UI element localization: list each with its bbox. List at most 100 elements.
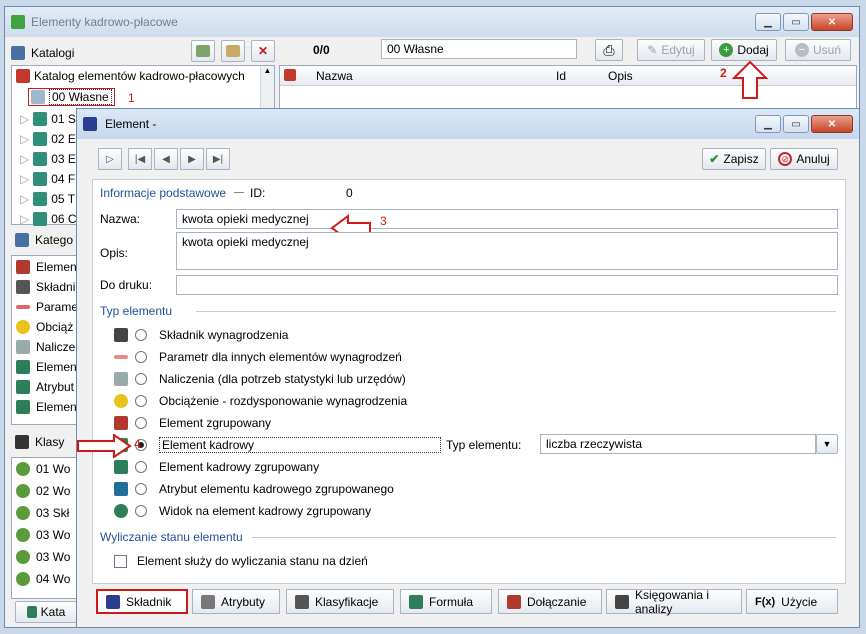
type-option-burden[interactable]: Obciążenie - rozdysponowanie wynagrodzen… [114,392,407,410]
category-item[interactable]: Elemen [16,260,77,274]
state-checkbox-row[interactable]: Element służy do wyliczania stanu na dzi… [114,554,368,568]
radio-button[interactable] [135,329,147,341]
tree-item[interactable]: ▷ 06 C [20,212,77,226]
class-item[interactable]: 02 Wo [16,484,70,498]
category-item[interactable]: Obciąż [16,320,73,334]
type-field-select[interactable]: liczba rzeczywista [540,434,816,454]
check-icon: ✔ [709,152,720,166]
tab-joining[interactable]: Dołączanie [498,589,602,614]
category-label: Składni [36,280,76,294]
type-field-dropdown-button[interactable]: ▼ [816,434,838,454]
save-button-label: Zapisz [723,152,759,166]
add-button-label: Dodaj [737,43,769,57]
book-icon [33,152,48,166]
category-item[interactable]: Parame [16,300,78,314]
edit-folder-button[interactable] [221,40,245,62]
description-field[interactable]: kwota opieki medycznej [176,232,838,270]
tree-root[interactable]: Katalog elementów kadrowo-płacowych [16,69,245,83]
name-field[interactable]: kwota opieki medycznej [176,209,838,229]
column-description[interactable]: Opis [608,69,633,83]
class-item[interactable]: 04 Wo [16,572,70,586]
type-option-parameter[interactable]: Parametr dla innych elementów wynagrodze… [114,348,402,366]
type-option-accrual[interactable]: Naliczenia (dla potrzeb statystyki lub u… [114,370,406,388]
radio-button[interactable] [135,395,147,407]
catalogs-tab[interactable]: Kata [15,601,77,623]
nav-first-button[interactable]: |◀ [128,148,152,170]
nav-prev-button[interactable]: ◀ [154,148,178,170]
tree-item-own[interactable]: 00 Własne [28,88,115,106]
radio-button[interactable] [135,505,147,517]
add-folder-button[interactable] [191,40,215,62]
cancel-button[interactable]: ⊘ Anuluj [770,148,838,170]
element-icon [83,117,97,131]
tree-item[interactable]: ▷ 04 F [20,172,75,186]
add-button[interactable]: + Dodaj [711,39,777,61]
nav-play-button[interactable]: ▷ [98,148,122,170]
dialog-maximize-button[interactable]: ▭ [783,115,809,133]
print-button[interactable]: ⎙ [595,39,623,61]
minimize-button[interactable]: ▁ [755,13,781,31]
class-label: 03 Wo [36,528,71,542]
save-button[interactable]: ✔ Zapisz [702,148,766,170]
maximize-button[interactable]: ▭ [783,13,809,31]
close-button[interactable]: ✕ [811,13,853,31]
print-label: Do druku: [100,278,153,292]
nav-last-button[interactable]: ▶| [206,148,230,170]
radio-button[interactable] [135,417,147,429]
class-item[interactable]: 03 Skł [16,506,69,520]
classes-header: Klasy [15,435,64,449]
type-option-attribute[interactable]: Atrybut elementu kadrowego zgrupowanego [114,480,394,498]
tab-usage[interactable]: F(x) Użycie [746,589,838,614]
print-field[interactable] [176,275,838,295]
tree-item-label: 06 C [51,212,77,226]
filter-input[interactable]: 00 Własne [381,39,577,59]
annotation-3: 3 [380,214,387,228]
type-option-hr-grouped[interactable]: Element kadrowy zgrupowany [114,458,319,476]
delete-button[interactable]: − Usuń [785,39,851,61]
category-item[interactable]: Składni [16,280,75,294]
tree-item[interactable]: ▷ 02 E [20,132,76,146]
type-option-view[interactable]: Widok na element kadrowy zgrupowany [114,502,371,520]
dialog-close-button[interactable]: ✕ [811,115,853,133]
column-id[interactable]: Id [556,69,566,83]
category-item[interactable]: Nalicze [16,340,75,354]
column-name[interactable]: Nazwa [316,69,353,83]
tab-component[interactable]: Składnik [96,589,188,614]
radio-button[interactable] [135,351,147,363]
type-option-grouped[interactable]: Element zgrupowany [114,414,271,432]
tree-item[interactable]: ▷ 03 E [20,152,76,166]
tab-postings[interactable]: Księgowania i analizy [606,588,742,616]
catalogs-icon [11,46,25,60]
type-option-hr-element[interactable]: Element kadrowy [114,436,441,454]
main-titlebar: Elementy kadrowo-płacowe ▁ ▭ ✕ [5,7,859,37]
up-arrow-annotation-icon [732,60,768,99]
nav-next-button[interactable]: ▶ [180,148,204,170]
tree-item[interactable]: ▷ 01 S [20,112,76,126]
type-option-label: Parametr dla innych elementów wynagrodze… [159,350,402,364]
radio-button[interactable] [135,483,147,495]
tab-attributes[interactable]: Atrybuty [192,589,280,614]
state-checkbox[interactable] [114,554,127,568]
delete-folder-button[interactable]: ✕ [251,40,275,62]
category-label: Elemen [36,400,77,414]
category-item[interactable]: Elemen [16,400,77,414]
dialog-minimize-button[interactable]: ▁ [755,115,781,133]
tree-item[interactable]: ▷ 05 T [20,192,75,206]
category-item[interactable]: Elemen [16,360,77,374]
class-item[interactable]: 01 Wo [16,462,70,476]
type-option-component[interactable]: Składnik wynagrodzenia [114,326,288,344]
class-item[interactable]: 03 Wo [16,528,70,542]
tab-classifications[interactable]: Klasyfikacje [286,589,394,614]
name-label: Nazwa: [100,212,141,226]
burden-icon [114,394,128,408]
main-window-title: Elementy kadrowo-płacowe [31,15,178,29]
radio-button[interactable] [135,373,147,385]
plus-circle-icon: + [719,43,734,57]
class-label: 03 Wo [36,550,71,564]
tab-formula[interactable]: Formuła [400,589,492,614]
category-item[interactable]: Atrybut [16,380,74,394]
class-item[interactable]: 03 Wo [16,550,70,564]
edit-button[interactable]: ✎ Edytuj [637,39,705,61]
pencil-icon: ✎ [647,43,658,57]
radio-button[interactable] [135,461,147,473]
